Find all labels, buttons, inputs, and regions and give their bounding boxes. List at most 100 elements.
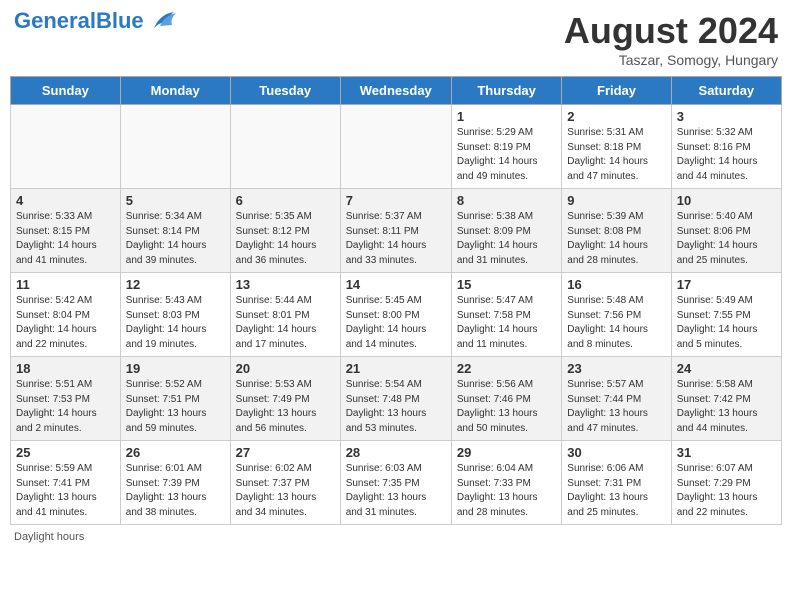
calendar-day-cell: 28 Sunrise: 6:03 AM Sunset: 7:35 PM Dayli…	[340, 441, 451, 525]
day-number: 8	[457, 193, 556, 208]
day-number: 4	[16, 193, 115, 208]
day-info: Sunrise: 5:31 AM Sunset: 8:18 PM Dayligh…	[567, 126, 665, 184]
location-subtitle: Taszar, Somogy, Hungary	[564, 52, 778, 68]
day-info: Sunrise: 5:33 AM Sunset: 8:15 PM Dayligh…	[16, 210, 115, 268]
day-info: Sunrise: 5:29 AM Sunset: 8:19 PM Dayligh…	[457, 126, 556, 184]
calendar-day-cell: 3 Sunrise: 5:32 AM Sunset: 8:16 PM Daylig…	[671, 105, 781, 189]
calendar-day-cell: 31Sunrise: 6:07 AM Sunset: 7:29 PM Dayli…	[671, 441, 781, 525]
calendar-day-cell: 10Sunrise: 5:40 AM Sunset: 8:06 PM Dayli…	[671, 189, 781, 273]
day-number: 14	[346, 277, 446, 292]
day-number: 18	[16, 361, 115, 376]
day-number: 24	[677, 361, 776, 376]
calendar-day-cell: 7 Sunrise: 5:37 AM Sunset: 8:11 PM Daylig…	[340, 189, 451, 273]
day-number: 5	[126, 193, 225, 208]
day-number: 27	[236, 445, 335, 460]
calendar-day-cell: 4 Sunrise: 5:33 AM Sunset: 8:15 PM Daylig…	[11, 189, 121, 273]
day-info: Sunrise: 5:37 AM Sunset: 8:11 PM Dayligh…	[346, 210, 446, 268]
day-info: Sunrise: 5:44 AM Sunset: 8:01 PM Dayligh…	[236, 294, 335, 352]
day-info: Sunrise: 5:56 AM Sunset: 7:46 PM Dayligh…	[457, 378, 556, 436]
day-number: 1	[457, 109, 556, 124]
calendar-day-cell: 29 Sunrise: 6:04 AM Sunset: 7:33 PM Dayli…	[451, 441, 561, 525]
day-info: Sunrise: 5:38 AM Sunset: 8:09 PM Dayligh…	[457, 210, 556, 268]
calendar-day-cell: 9 Sunrise: 5:39 AM Sunset: 8:08 PM Daylig…	[562, 189, 671, 273]
day-number: 9	[567, 193, 665, 208]
calendar-week-row: 18 Sunrise: 5:51 AM Sunset: 7:53 PM Dayli…	[11, 357, 782, 441]
calendar-day-cell: 6 Sunrise: 5:35 AM Sunset: 8:12 PM Daylig…	[230, 189, 340, 273]
calendar-day-header: Wednesday	[340, 77, 451, 105]
day-info: Sunrise: 5:54 AM Sunset: 7:48 PM Dayligh…	[346, 378, 446, 436]
day-info: Sunrise: 5:32 AM Sunset: 8:16 PM Dayligh…	[677, 126, 776, 184]
day-number: 3	[677, 109, 776, 124]
calendar-day-cell: 8 Sunrise: 5:38 AM Sunset: 8:09 PM Daylig…	[451, 189, 561, 273]
day-number: 11	[16, 277, 115, 292]
day-number: 20	[236, 361, 335, 376]
day-info: Sunrise: 5:52 AM Sunset: 7:51 PM Dayligh…	[126, 378, 225, 436]
day-info: Sunrise: 5:35 AM Sunset: 8:12 PM Dayligh…	[236, 210, 335, 268]
footer-note: Daylight hours	[10, 531, 782, 543]
day-number: 23	[567, 361, 665, 376]
calendar-day-header: Monday	[120, 77, 230, 105]
calendar-day-cell: 5 Sunrise: 5:34 AM Sunset: 8:14 PM Daylig…	[120, 189, 230, 273]
day-number: 2	[567, 109, 665, 124]
month-title: August 2024	[564, 10, 778, 52]
day-info: Sunrise: 5:34 AM Sunset: 8:14 PM Dayligh…	[126, 210, 225, 268]
day-info: Sunrise: 5:49 AM Sunset: 7:55 PM Dayligh…	[677, 294, 776, 352]
logo-text: GeneralBlue	[14, 10, 144, 32]
day-info: Sunrise: 6:04 AM Sunset: 7:33 PM Dayligh…	[457, 462, 556, 520]
day-info: Sunrise: 5:39 AM Sunset: 8:08 PM Dayligh…	[567, 210, 665, 268]
calendar-day-cell: 22 Sunrise: 5:56 AM Sunset: 7:46 PM Dayli…	[451, 357, 561, 441]
calendar-day-cell: 21 Sunrise: 5:54 AM Sunset: 7:48 PM Dayli…	[340, 357, 451, 441]
day-number: 26	[126, 445, 225, 460]
page-header: GeneralBlue August 2024 Taszar, Somogy, …	[10, 10, 782, 68]
day-info: Sunrise: 5:40 AM Sunset: 8:06 PM Dayligh…	[677, 210, 776, 268]
day-info: Sunrise: 6:07 AM Sunset: 7:29 PM Dayligh…	[677, 462, 776, 520]
calendar-day-cell	[120, 105, 230, 189]
day-info: Sunrise: 5:51 AM Sunset: 7:53 PM Dayligh…	[16, 378, 115, 436]
calendar-week-row: 1 Sunrise: 5:29 AM Sunset: 8:19 PM Daylig…	[11, 105, 782, 189]
day-number: 6	[236, 193, 335, 208]
calendar-day-header: Friday	[562, 77, 671, 105]
calendar-day-cell: 19 Sunrise: 5:52 AM Sunset: 7:51 PM Dayli…	[120, 357, 230, 441]
calendar-header-row: SundayMondayTuesdayWednesdayThursdayFrid…	[11, 77, 782, 105]
day-number: 28	[346, 445, 446, 460]
day-number: 19	[126, 361, 225, 376]
day-number: 22	[457, 361, 556, 376]
day-info: Sunrise: 6:01 AM Sunset: 7:39 PM Dayligh…	[126, 462, 225, 520]
calendar-day-cell: 23Sunrise: 5:57 AM Sunset: 7:44 PM Dayli…	[562, 357, 671, 441]
calendar-day-cell: 12Sunrise: 5:43 AM Sunset: 8:03 PM Dayli…	[120, 273, 230, 357]
calendar-day-cell	[340, 105, 451, 189]
day-number: 29	[457, 445, 556, 460]
day-number: 21	[346, 361, 446, 376]
day-info: Sunrise: 5:45 AM Sunset: 8:00 PM Dayligh…	[346, 294, 446, 352]
day-info: Sunrise: 5:48 AM Sunset: 7:56 PM Dayligh…	[567, 294, 665, 352]
day-number: 7	[346, 193, 446, 208]
calendar-day-cell: 30Sunrise: 6:06 AM Sunset: 7:31 PM Dayli…	[562, 441, 671, 525]
day-info: Sunrise: 6:06 AM Sunset: 7:31 PM Dayligh…	[567, 462, 665, 520]
calendar-day-cell: 25Sunrise: 5:59 AM Sunset: 7:41 PM Dayli…	[11, 441, 121, 525]
day-info: Sunrise: 5:47 AM Sunset: 7:58 PM Dayligh…	[457, 294, 556, 352]
day-info: Sunrise: 6:02 AM Sunset: 7:37 PM Dayligh…	[236, 462, 335, 520]
calendar-day-cell	[11, 105, 121, 189]
calendar-week-row: 25Sunrise: 5:59 AM Sunset: 7:41 PM Dayli…	[11, 441, 782, 525]
day-number: 13	[236, 277, 335, 292]
calendar-day-cell	[230, 105, 340, 189]
day-info: Sunrise: 5:42 AM Sunset: 8:04 PM Dayligh…	[16, 294, 115, 352]
calendar-day-header: Sunday	[11, 77, 121, 105]
calendar-day-cell: 11 Sunrise: 5:42 AM Sunset: 8:04 PM Dayli…	[11, 273, 121, 357]
calendar-day-cell: 16 Sunrise: 5:48 AM Sunset: 7:56 PM Dayli…	[562, 273, 671, 357]
calendar-week-row: 11 Sunrise: 5:42 AM Sunset: 8:04 PM Dayli…	[11, 273, 782, 357]
day-number: 15	[457, 277, 556, 292]
calendar-day-cell: 27 Sunrise: 6:02 AM Sunset: 7:37 PM Dayli…	[230, 441, 340, 525]
day-number: 16	[567, 277, 665, 292]
calendar-day-cell: 20Sunrise: 5:53 AM Sunset: 7:49 PM Dayli…	[230, 357, 340, 441]
calendar-day-cell: 17Sunrise: 5:49 AM Sunset: 7:55 PM Dayli…	[671, 273, 781, 357]
calendar-week-row: 4 Sunrise: 5:33 AM Sunset: 8:15 PM Daylig…	[11, 189, 782, 273]
day-info: Sunrise: 5:58 AM Sunset: 7:42 PM Dayligh…	[677, 378, 776, 436]
calendar-day-header: Saturday	[671, 77, 781, 105]
logo-bird-icon	[146, 10, 178, 32]
day-number: 12	[126, 277, 225, 292]
calendar-day-cell: 14 Sunrise: 5:45 AM Sunset: 8:00 PM Dayli…	[340, 273, 451, 357]
calendar-day-cell: 18 Sunrise: 5:51 AM Sunset: 7:53 PM Dayli…	[11, 357, 121, 441]
day-info: Sunrise: 6:03 AM Sunset: 7:35 PM Dayligh…	[346, 462, 446, 520]
calendar-day-cell: 1 Sunrise: 5:29 AM Sunset: 8:19 PM Daylig…	[451, 105, 561, 189]
